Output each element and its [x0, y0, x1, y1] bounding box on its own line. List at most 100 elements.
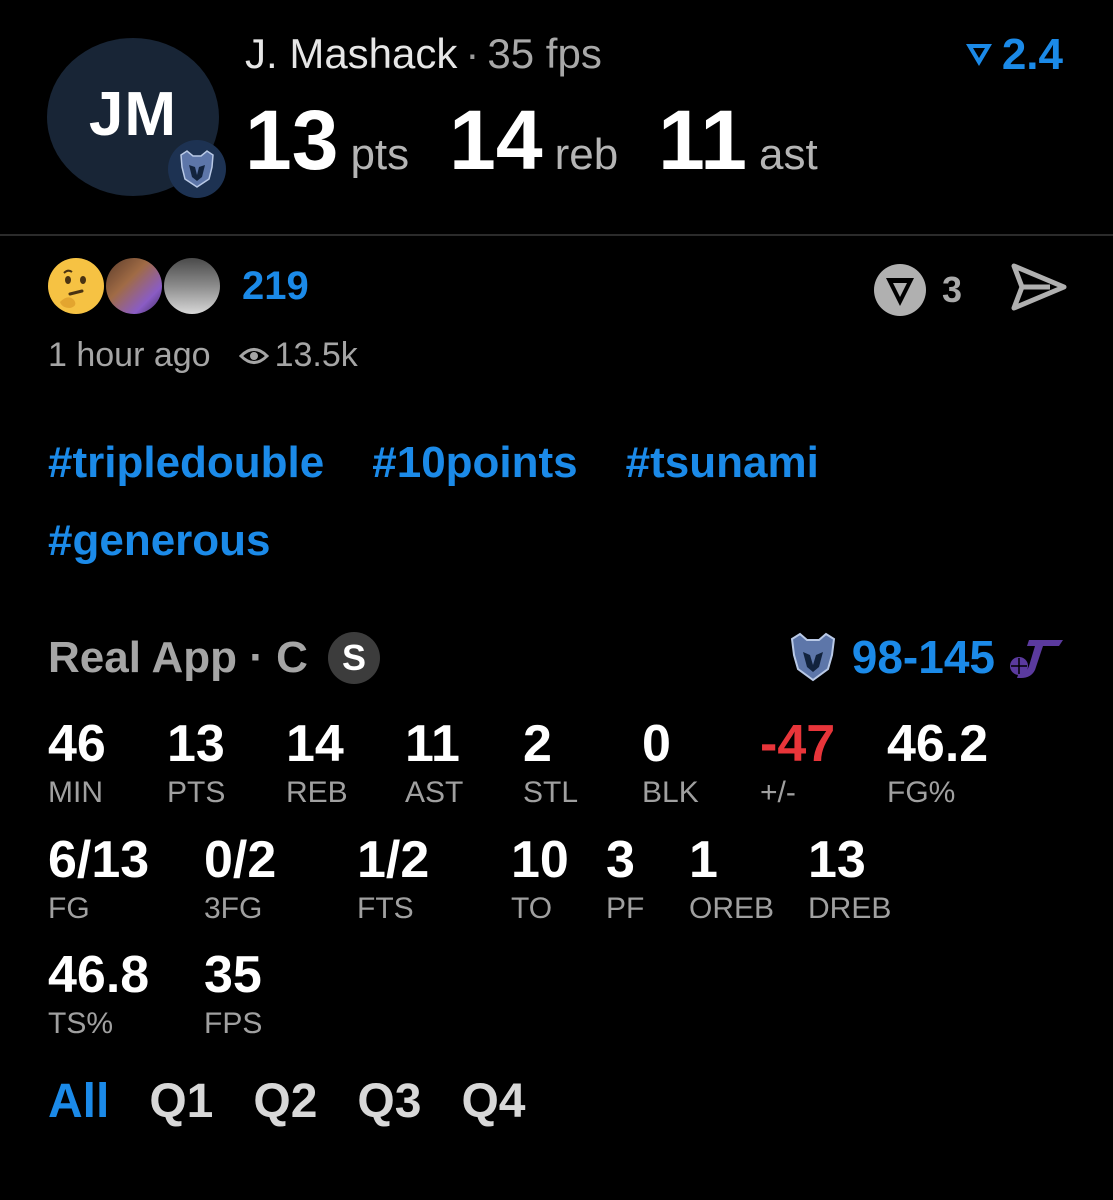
headline-unit: reb [554, 130, 619, 179]
tab-q4[interactable]: Q4 [461, 1074, 525, 1129]
stat-value: 13 [167, 715, 225, 773]
period-tabs: All Q1 Q2 Q3 Q4 [48, 1074, 525, 1129]
stat-pf: 3 PF [606, 832, 644, 926]
stat-value: 0/2 [204, 831, 277, 889]
post-meta: 1 hour ago 13.5k [48, 336, 358, 375]
stat-label: +/- [760, 776, 796, 809]
stat-label: TO [511, 892, 553, 925]
game-source: Real App · C S [48, 632, 380, 684]
hashtag-link[interactable]: #tsunami [626, 438, 819, 488]
stat-value: 46.8 [48, 946, 150, 1004]
tab-q2[interactable]: Q2 [253, 1074, 317, 1129]
stat-label: FPS [204, 1007, 263, 1040]
fps-label: 35 fps [487, 30, 602, 77]
stat-ast: 11 AST [405, 716, 463, 810]
stat-value: 1 [689, 831, 718, 889]
stat-fg-pct: 46.2 FG% [887, 716, 988, 810]
stat-label: AST [405, 776, 464, 809]
stat-3fg: 0/2 3FG [204, 832, 276, 926]
source-label: Real App · C [48, 633, 308, 682]
stat-label: FTS [357, 892, 414, 925]
post-card: JM J. Mashack · 35 fps 2.4 13 pts 14 reb 11 a… [0, 0, 1113, 1200]
stat-oreb: 1 OREB [689, 832, 774, 926]
stat-label: FG% [887, 776, 956, 809]
player-name[interactable]: J. Mashack [245, 30, 457, 77]
eye-icon [238, 347, 269, 364]
headline-unit: pts [350, 130, 410, 179]
headline-value: 13 [245, 93, 339, 187]
stat-label: PF [606, 892, 645, 925]
hashtag-link[interactable]: #10points [372, 438, 577, 488]
time-ago: 1 hour ago [48, 336, 211, 374]
stat-label: OREB [689, 892, 775, 925]
stat-label: MIN [48, 776, 103, 809]
hashtag-link[interactable]: #generous [48, 516, 271, 566]
stat-fps: 35 FPS [204, 947, 262, 1041]
tab-all[interactable]: All [48, 1074, 109, 1129]
tab-q3[interactable]: Q3 [357, 1074, 421, 1129]
hashtag-link[interactable]: #tripledouble [48, 438, 324, 488]
stat-value: 3 [606, 831, 635, 889]
stat-pts: 13 PTS [167, 716, 225, 810]
rating-icon [965, 44, 992, 66]
score-text: 98-145 [851, 631, 995, 683]
stat-value: 13 [808, 831, 866, 889]
view-count: 13.5k [274, 336, 358, 374]
stat-value: 1/2 [357, 831, 430, 889]
vote-count: 3 [942, 269, 963, 310]
views: 13.5k [238, 336, 358, 375]
tab-q1[interactable]: Q1 [149, 1074, 213, 1129]
stat-value: 2 [523, 715, 552, 773]
headline-value: 11 [658, 93, 747, 187]
s-badge: S [327, 632, 380, 684]
stat-label: TS% [48, 1007, 114, 1040]
player-subtitle: J. Mashack · 35 fps [245, 30, 602, 78]
grizzlies-logo-icon [790, 632, 835, 682]
stat-stl: 2 STL [523, 716, 578, 810]
reactions-row[interactable]: 219 [48, 258, 309, 314]
stat-value: 0 [642, 715, 671, 773]
stat-value: 11 [405, 715, 460, 773]
rating[interactable]: 2.4 [964, 30, 1063, 80]
vote-icon [874, 264, 926, 316]
player-photo-reaction-icon [164, 258, 220, 314]
stat-blk: 0 BLK [642, 716, 699, 810]
stat-label: FG [48, 892, 90, 925]
stat-reb: 14 REB [286, 716, 348, 810]
stat-value: -47 [760, 715, 836, 773]
stat-label: REB [286, 776, 348, 809]
stat-value: 10 [511, 831, 569, 889]
stat-label: STL [523, 776, 579, 809]
game-score[interactable]: 98-145 [786, 630, 1065, 684]
stat-value: 14 [286, 715, 344, 773]
thinking-face-emoji-icon [48, 258, 104, 314]
jazz-logo-icon [1010, 640, 1063, 678]
headline-unit: ast [758, 130, 818, 179]
headline-stats: 13 pts 14 reb 11 ast [245, 92, 858, 189]
stat-fts: 1/2 FTS [357, 832, 429, 926]
grizzlies-logo-icon [168, 140, 226, 198]
stat-value: 6/13 [48, 831, 150, 889]
stat-value: 46 [48, 715, 106, 773]
stat-dreb: 13 DREB [808, 832, 891, 926]
avatar-initials: JM [88, 79, 178, 149]
rating-value: 2.4 [1001, 30, 1063, 79]
stat-label: PTS [167, 776, 226, 809]
stat-min: 46 MIN [48, 716, 106, 810]
stat-to: 10 TO [511, 832, 569, 926]
vote-button[interactable]: 3 [872, 262, 962, 318]
stat-plus-minus: -47 +/- [760, 716, 835, 810]
divider [0, 234, 1113, 236]
reaction-count: 219 [242, 263, 309, 308]
stat-label: BLK [642, 776, 699, 809]
separator: · [465, 30, 480, 77]
headline-value: 14 [449, 93, 543, 187]
share-send-icon[interactable] [1010, 262, 1068, 317]
stat-ts-pct: 46.8 TS% [48, 947, 149, 1041]
hashtags: #tripledouble #10points #tsunami #genero… [48, 438, 1068, 566]
stat-label: 3FG [204, 892, 263, 925]
stat-fg: 6/13 FG [48, 832, 149, 926]
player-photo-reaction-icon [106, 258, 162, 314]
stat-value: 35 [204, 946, 262, 1004]
stat-label: DREB [808, 892, 892, 925]
